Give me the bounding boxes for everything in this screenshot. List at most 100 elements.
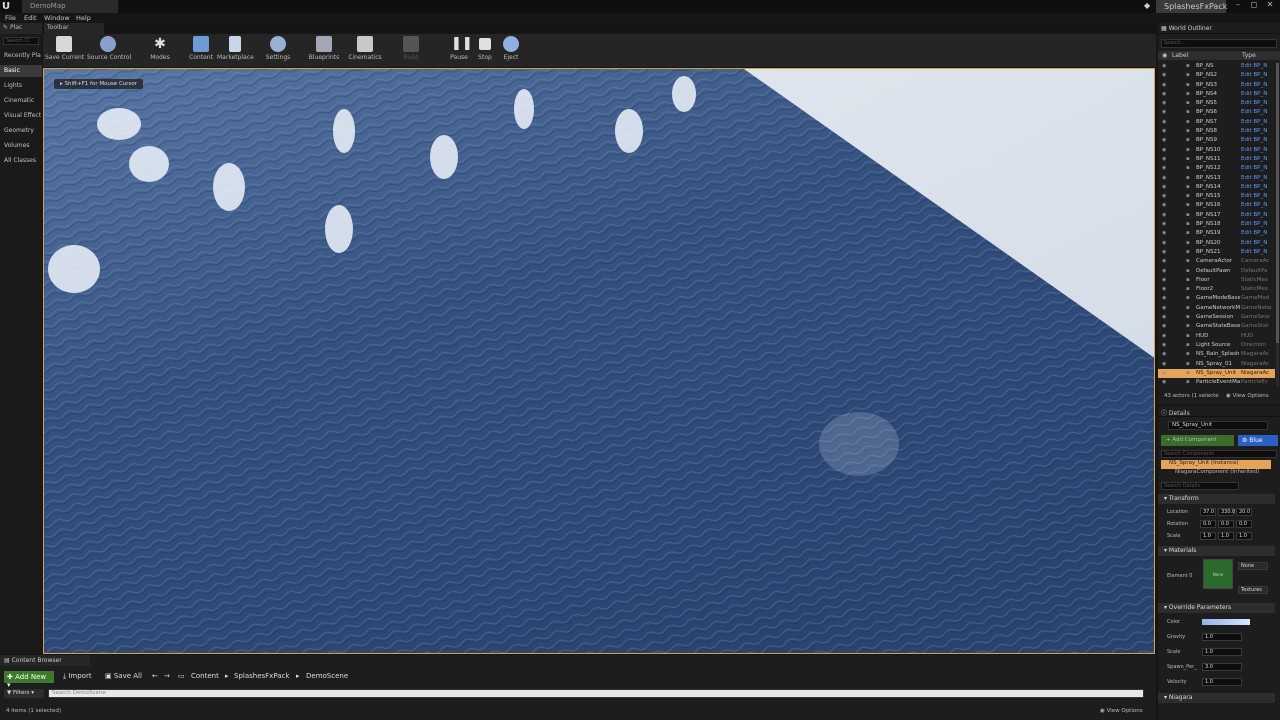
outliner-row[interactable]: ◉ ▪ BP_NS13 Edit BP_N (1158, 174, 1275, 183)
actor-type[interactable]: Edit BP_N (1241, 156, 1273, 162)
actor-type[interactable]: Edit BP_N (1241, 221, 1273, 227)
outliner-row[interactable]: ◉ ▪ BP_NS16 Edit BP_N (1158, 201, 1275, 210)
location-y-field[interactable]: 330.0 (1218, 508, 1235, 516)
material-dropdown[interactable]: None (1238, 562, 1268, 570)
actor-type[interactable]: Edit BP_N (1241, 230, 1273, 236)
outliner-row[interactable]: ◉ ▪ HUD HUD (1158, 332, 1275, 341)
visibility-eye-icon[interactable]: ◉ (1162, 72, 1166, 78)
add-new-button[interactable]: ✚ Add New ▾ (4, 671, 54, 689)
visibility-eye-icon[interactable]: ◉ (1162, 156, 1166, 162)
visibility-eye-icon[interactable]: ◉ (1162, 268, 1166, 274)
components-search-input[interactable]: Search Components (1161, 450, 1277, 458)
category-all-classes[interactable]: All Classes (0, 155, 42, 167)
outliner-row[interactable]: ◉ ▪ BP_NS9 Edit BP_N (1158, 136, 1275, 145)
outliner-row[interactable]: ◉ ▪ DefaultPawn DefaultPa (1158, 267, 1275, 276)
blueprints-button[interactable]: Blueprints (307, 36, 341, 66)
outliner-row[interactable]: ◉ ▪ GameNetworkMa GameNetw (1158, 304, 1275, 313)
visibility-eye-icon[interactable]: ◉ (1162, 109, 1166, 115)
outliner-view-options[interactable]: ◉ View Options (1226, 393, 1269, 399)
map-tab[interactable]: DemoMap (22, 0, 118, 13)
outliner-row[interactable]: ◉ ▪ BP_NS11 Edit BP_N (1158, 155, 1275, 164)
label-column-header[interactable]: Label (1172, 52, 1188, 59)
outliner-row[interactable]: ◉ ▪ BP_NS17 Edit BP_N (1158, 211, 1275, 220)
visibility-eye-icon[interactable]: ◉ (1162, 370, 1166, 376)
scale-x-field[interactable]: 1.0 (1200, 532, 1216, 540)
visibility-eye-icon[interactable]: ◉ (1162, 230, 1166, 236)
stop-button[interactable]: Stop (473, 36, 497, 66)
category-recently-placed[interactable]: Recently Pla (0, 50, 42, 62)
outliner-row[interactable]: ◉ ▪ GameSession GameSess (1158, 313, 1275, 322)
gravity-field[interactable]: 1.0 (1202, 633, 1242, 641)
spawn-per-field[interactable]: 3.0 (1202, 663, 1242, 671)
override-scale-field[interactable]: 1.0 (1202, 648, 1242, 656)
menu-edit[interactable]: Edit (24, 14, 37, 22)
actor-type[interactable]: Edit BP_N (1241, 82, 1273, 88)
outliner-row[interactable]: ◉ ▪ BP_NS14 Edit BP_N (1158, 183, 1275, 192)
rotation-x-field[interactable]: 0.0 (1200, 520, 1216, 528)
history-forward-button[interactable]: → (164, 672, 170, 680)
outliner-row[interactable]: ◉ ▪ Light Source Direction (1158, 341, 1275, 350)
visibility-eye-icon[interactable]: ◉ (1162, 305, 1166, 311)
visibility-eye-icon[interactable]: ◉ (1162, 249, 1166, 255)
visibility-eye-icon[interactable]: ◉ (1162, 91, 1166, 97)
category-cinematic[interactable]: Cinematic (0, 95, 42, 107)
outliner-row[interactable]: ◉ ▪ GameStateBase GameStat (1158, 322, 1275, 331)
settings-button[interactable]: Settings (263, 36, 293, 66)
outliner-row[interactable]: ◉ ▪ NS_Rain_Splash NiagaraAc (1158, 350, 1275, 359)
rotation-y-field[interactable]: 0.0 (1218, 520, 1234, 528)
actor-type[interactable]: Edit BP_N (1241, 109, 1273, 115)
visibility-eye-icon[interactable]: ◉ (1162, 361, 1166, 367)
content-button[interactable]: Content (186, 36, 216, 66)
location-label[interactable]: Location (1167, 509, 1188, 515)
location-z-field[interactable]: 20.0 (1236, 508, 1252, 516)
build-button[interactable]: Build (399, 36, 423, 66)
modes-button[interactable]: ✱ Modes (145, 36, 175, 66)
visibility-eye-icon[interactable]: ◉ (1162, 221, 1166, 227)
marketplace-button[interactable]: Marketplace (217, 36, 254, 66)
visibility-eye-icon[interactable]: ◉ (1162, 351, 1166, 357)
details-search-input[interactable]: Search Details (1161, 482, 1239, 490)
outliner-row[interactable]: ◉ ▪ BP_NS7 Edit BP_N (1158, 118, 1275, 127)
actor-type[interactable]: Edit BP_N (1241, 100, 1273, 106)
category-lights[interactable]: Lights (0, 80, 42, 92)
breadcrumb-content[interactable]: Content (191, 672, 219, 680)
source-control-button[interactable]: Source Control (87, 36, 131, 66)
materials-section-header[interactable]: ▾ Materials (1158, 546, 1275, 556)
breadcrumb-splashesfxpack[interactable]: SplashesFxPack (234, 672, 289, 680)
history-back-button[interactable]: ← (152, 672, 158, 680)
visibility-eye-icon[interactable]: ◉ (1162, 240, 1166, 246)
actor-type[interactable]: Edit BP_N (1241, 128, 1273, 134)
cinematics-button[interactable]: Cinematics (348, 36, 382, 66)
visibility-eye-icon[interactable]: ◉ (1162, 212, 1166, 218)
visibility-eye-icon[interactable]: ◉ (1162, 175, 1166, 181)
pause-button[interactable]: ❚❚ Pause (447, 36, 473, 66)
type-column-header[interactable]: Type (1242, 52, 1256, 59)
breadcrumb-demoscene[interactable]: DemoScene (306, 672, 348, 680)
actor-type[interactable]: Edit BP_N (1241, 63, 1273, 69)
visibility-eye-icon[interactable]: ◉ (1162, 277, 1166, 283)
actor-type[interactable]: Edit BP_N (1241, 184, 1273, 190)
scale-y-field[interactable]: 1.0 (1218, 532, 1234, 540)
content-view-options[interactable]: ◉ View Options (1100, 708, 1143, 714)
outliner-row[interactable]: ◉ ▪ NS_Spray_01 NiagaraAc (1158, 360, 1275, 369)
location-x-field[interactable]: 37.0 (1200, 508, 1216, 516)
outliner-row[interactable]: ◉ ▪ BP_NS6 Edit BP_N (1158, 108, 1275, 117)
blueprint-button[interactable]: ⚙ Blue (1238, 435, 1278, 446)
outliner-row[interactable]: ◉ ▪ BP_NS4 Edit BP_N (1158, 90, 1275, 99)
scale-z-field[interactable]: 1.0 (1236, 532, 1252, 540)
outliner-search-input[interactable]: Search... (1161, 39, 1277, 48)
visibility-eye-icon[interactable]: ◉ (1162, 165, 1166, 171)
actor-type[interactable]: Edit BP_N (1241, 249, 1273, 255)
details-tab[interactable]: ⓘ Details (1158, 406, 1280, 417)
outliner-row[interactable]: ◉ ▪ BP_NS19 Edit BP_N (1158, 229, 1275, 238)
visibility-eye-icon[interactable]: ◉ (1162, 193, 1166, 199)
add-component-button[interactable]: + Add Component (1161, 435, 1234, 446)
visibility-eye-icon[interactable]: ◉ (1162, 184, 1166, 190)
actor-type[interactable]: Edit BP_N (1241, 175, 1273, 181)
level-viewport[interactable]: ▸ Shift+F1 for Mouse Cursor (43, 68, 1155, 654)
minimize-button[interactable]: – (1232, 0, 1244, 12)
actor-type[interactable]: Edit BP_N (1241, 119, 1273, 125)
color-swatch[interactable] (1202, 619, 1250, 625)
actor-type[interactable]: Edit BP_N (1241, 240, 1273, 246)
category-volumes[interactable]: Volumes (0, 140, 42, 152)
